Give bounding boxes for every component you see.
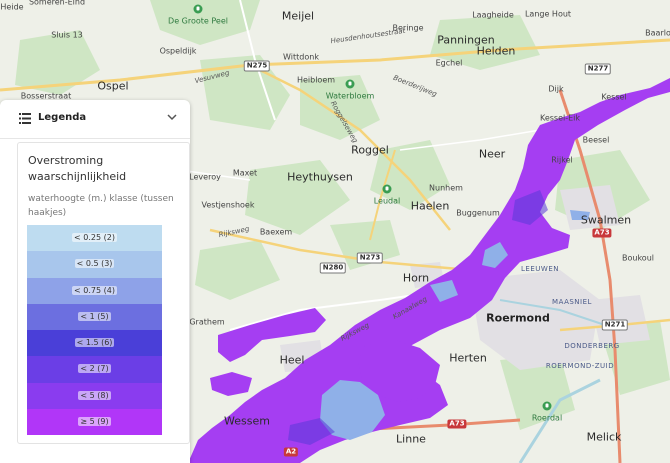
place-label: Haelen	[410, 199, 450, 213]
place-label: Egchel	[435, 58, 463, 68]
park-icon[interactable]	[382, 184, 392, 194]
place-label: Buggenum	[456, 208, 500, 218]
legend-class-5: < 1.5 (6)	[27, 330, 162, 357]
place-label: Wessem	[224, 414, 270, 428]
legend-class-label: < 0.5 (3)	[74, 259, 115, 269]
legend-class-label: < 0.25 (2)	[72, 233, 117, 242]
legend-class-3: < 0.75 (4)	[27, 277, 162, 304]
place-label: Leveroy	[189, 172, 221, 182]
place-label: Kessel-Eik	[539, 113, 581, 123]
legend-title: Legenda	[38, 112, 87, 123]
place-label: ROERMOND-ZUID	[545, 362, 615, 370]
place-label: Laagheide	[472, 10, 514, 20]
place-label: Grathem	[189, 317, 225, 327]
place-label: Baarlo	[645, 28, 670, 38]
place-label: Baexem	[259, 227, 293, 237]
place-label: Leudal	[373, 196, 401, 206]
place-label: Waterbloem	[325, 91, 375, 101]
place-label: LEEUWEN	[521, 265, 559, 273]
park-icon[interactable]	[542, 401, 552, 411]
place-label: Ospeldijk	[159, 46, 197, 56]
legend-class-label: < 2 (7)	[78, 364, 111, 374]
legend-class-label: < 1.5 (6)	[74, 338, 115, 348]
road-shield: A73	[447, 419, 467, 429]
place-label: Someren-Eind	[28, 0, 86, 7]
place-label: Neer	[478, 147, 506, 161]
place-label: De Groote Peel	[168, 16, 228, 26]
road-shield: A2	[283, 447, 299, 457]
legend-class-6: < 2 (7)	[27, 356, 162, 383]
place-label: Boukoul	[622, 253, 654, 263]
place-label: Heide	[0, 2, 24, 12]
place-label: Maxet	[232, 168, 258, 178]
legend-class-label: < 0.75 (4)	[72, 285, 117, 295]
park-icon[interactable]	[193, 4, 203, 14]
legend-class-label: ≥ 5 (9)	[78, 417, 111, 427]
place-label: Vestjenshoek	[201, 200, 255, 210]
legend-class-4: < 1 (5)	[27, 303, 162, 331]
place-label: Melick	[586, 430, 622, 444]
legend-header[interactable]: Legenda	[0, 100, 190, 139]
road-shield: N277	[584, 63, 612, 75]
legend-class-8: ≥ 5 (9)	[27, 409, 162, 436]
place-label: MAASNIEL	[552, 298, 592, 306]
place-label: Heibloem	[296, 75, 336, 85]
legend-body: Overstroming waarschijnlijkheid waterhoo…	[17, 142, 190, 444]
list-icon	[19, 113, 31, 124]
legend-color-scale: < 0.25 (2) < 0.5 (3) < 0.75 (4) < 1 (5) < 1.…	[27, 225, 162, 436]
place-label: Linne	[396, 432, 426, 446]
place-label: Horn	[402, 271, 430, 285]
place-label: Herten	[449, 351, 487, 365]
place-label: Beesel	[582, 135, 610, 145]
place-label: Lange Hout	[524, 9, 572, 19]
place-label: Sluis 13	[51, 30, 83, 40]
road-shield: N280	[319, 262, 347, 274]
place-label: Rijkel	[551, 155, 573, 165]
legend-class-7: < 5 (8)	[27, 382, 162, 410]
place-label: Helden	[476, 44, 516, 58]
place-label: Dijk	[548, 84, 564, 94]
place-label: Kessel	[601, 92, 627, 102]
legend-panel: Legenda Overstroming waarschijnlijkheid …	[0, 100, 190, 463]
park-icon[interactable]	[345, 79, 355, 89]
legend-subtitle: waterhoogte (m.) klasse (tussen haakjes)	[28, 194, 174, 218]
place-label: Swalmen	[580, 213, 632, 227]
road-shield: N271	[601, 319, 629, 331]
legend-class-label: < 1 (5)	[78, 311, 111, 321]
legend-class-1: < 0.25 (2)	[27, 225, 162, 252]
place-label: DONDERBERG	[564, 342, 620, 350]
place-label: Ospel	[97, 79, 129, 93]
road-shield: A73	[592, 228, 612, 238]
place-label: Meijel	[281, 9, 315, 23]
place-label: Roermond	[486, 311, 550, 325]
chevron-down-icon[interactable]	[166, 111, 178, 123]
legend-class-2: < 0.5 (3)	[27, 251, 162, 278]
road-shield: N273	[356, 252, 384, 264]
legend-class-label: < 5 (8)	[78, 390, 111, 400]
place-label: Wittdonk	[283, 52, 319, 62]
legend-layer-title: Overstroming waarschijnlijkheid	[28, 154, 127, 183]
place-label: Roggel	[351, 143, 389, 157]
road-shield: N275	[243, 60, 271, 72]
place-label: Heel	[279, 353, 305, 367]
place-label: Heythuysen	[287, 170, 353, 184]
place-label: Nunhem	[429, 183, 463, 193]
place-label: Roerdal	[531, 413, 563, 423]
